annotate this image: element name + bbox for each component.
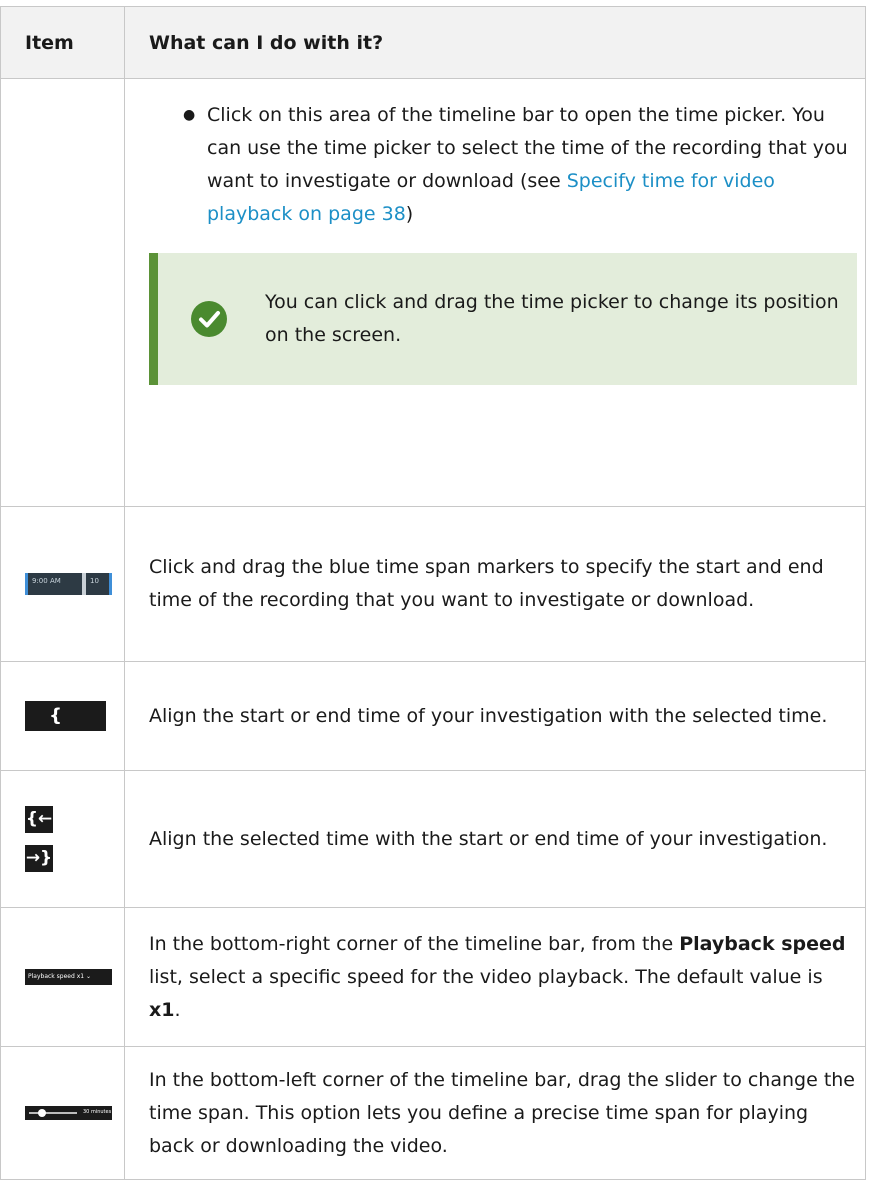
- playback-speed-icon: Playback speed x1 ⌄: [25, 969, 112, 985]
- description-cell: In the bottom-right corner of the timeli…: [124, 907, 866, 1047]
- align-end-icon: →}: [25, 845, 53, 872]
- align-start-icon: {←: [25, 806, 53, 833]
- header-item: Item: [0, 6, 125, 79]
- playback-speed-term: Playback speed: [679, 932, 846, 955]
- time-span-markers-icon: 9:00 AM 10: [25, 573, 112, 595]
- description-cell: Align the selected time with the start o…: [124, 770, 866, 908]
- item-cell-empty: [0, 78, 125, 507]
- table-row-align-selected: {← →} Align the selected time with the s…: [0, 770, 866, 908]
- description-cell: In the bottom-left corner of the timelin…: [124, 1046, 866, 1180]
- header-what-can-i-do: What can I do with it?: [124, 6, 866, 79]
- table-row-time-picker: ● Click on this area of the timeline bar…: [0, 78, 866, 507]
- item-cell: 9:00 AM 10: [0, 506, 125, 662]
- description-cell: Click and drag the blue time span marker…: [124, 506, 866, 662]
- align-braces-icon: { }: [25, 701, 106, 756]
- description-cell: ● Click on this area of the timeline bar…: [124, 78, 866, 507]
- item-cell: {← →}: [0, 770, 125, 908]
- bullet-text: Click on this area of the timeline bar t…: [207, 104, 848, 225]
- check-circle-icon: [191, 301, 227, 337]
- description-cell: Align the start or end time of your inve…: [124, 661, 866, 771]
- tip-box: You can click and drag the time picker t…: [149, 253, 857, 385]
- item-cell: { }: [0, 661, 125, 771]
- time-span-slider-icon: 30 minutes: [25, 1106, 112, 1120]
- item-cell: 30 minutes: [0, 1046, 125, 1180]
- table-row-time-span-slider: 30 minutes In the bottom-left corner of …: [0, 1046, 866, 1180]
- table-row-playback-speed: Playback speed x1 ⌄ In the bottom-right …: [0, 907, 866, 1047]
- bullet-icon: ●: [183, 107, 196, 123]
- table-row-span-markers: 9:00 AM 10 Click and drag the blue time …: [0, 506, 866, 662]
- table-row-align-with-selected: { } Align the start or end time of your …: [0, 661, 866, 771]
- tip-text: You can click and drag the time picker t…: [265, 291, 839, 346]
- bullet-item: ● Click on this area of the timeline bar…: [149, 79, 857, 231]
- item-description-table: Item What can I do with it? ● Click on t…: [0, 6, 866, 1180]
- item-cell: Playback speed x1 ⌄: [0, 907, 125, 1047]
- table-header-row: Item What can I do with it?: [0, 6, 866, 79]
- default-value-term: x1: [149, 998, 175, 1021]
